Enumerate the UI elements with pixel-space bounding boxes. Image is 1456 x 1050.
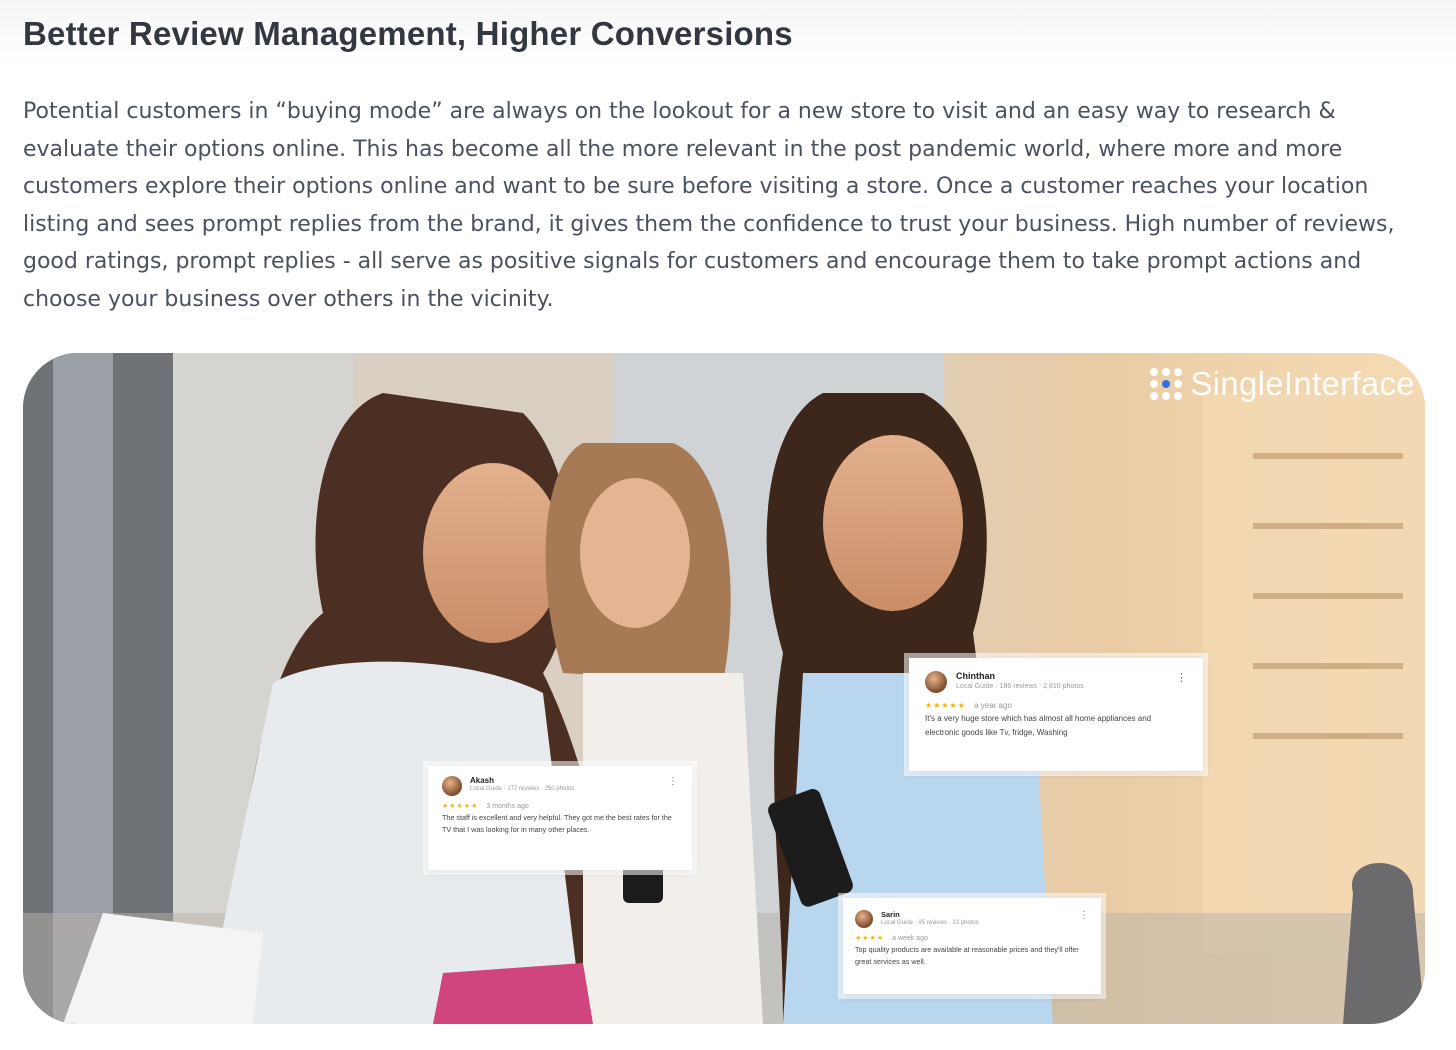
- avatar: [925, 671, 947, 693]
- reviewer-meta: Local Guide · 95 reviews · 13 photos: [881, 920, 979, 926]
- review-text: Top quality products are available at re…: [855, 945, 1079, 966]
- review-card-chinthan: Chinthan Local Guide · 186 reviews · 2,8…: [909, 658, 1203, 771]
- reviewer-meta: Local Guide · 186 reviews · 2,810 photos: [956, 683, 1084, 690]
- review-card-akash: Akash Local Guide · 177 reviews · 250 ph…: [428, 766, 692, 870]
- star-rating: ★★★★★: [442, 803, 479, 810]
- brand-logo: SingleInterface: [1150, 365, 1415, 403]
- reviewer-meta: Local Guide · 177 reviews · 250 photos: [470, 786, 575, 792]
- review-text: It's a very huge store which has almost …: [925, 714, 1152, 737]
- hero-image: SingleInterface Akash Local Guide · 177 …: [23, 353, 1425, 1024]
- avatar: [855, 910, 873, 928]
- review-time: a week ago: [892, 935, 928, 942]
- section-title: Better Review Management, Higher Convers…: [23, 15, 793, 52]
- brand-name: SingleInterface: [1190, 365, 1415, 402]
- brand-dots-icon: [1150, 368, 1183, 400]
- more-options-icon: ⋮: [668, 776, 678, 787]
- reviewer-name: Chinthan: [956, 671, 995, 681]
- section-paragraph: Potential customers in “buying mode” are…: [23, 99, 1395, 312]
- shopping-friends-illustration: [23, 353, 1425, 1024]
- review-card-sarin: Sarin Local Guide · 95 reviews · 13 phot…: [843, 898, 1101, 994]
- reviewer-name: Akash: [470, 776, 495, 785]
- star-rating: ★★★★★: [925, 701, 966, 710]
- star-rating: ★★★★: [855, 935, 885, 942]
- review-text: The staff is excellent and very helpful.…: [442, 813, 672, 834]
- review-time: 3 months ago: [486, 803, 529, 810]
- more-options-icon: ⋮: [1176, 672, 1187, 684]
- review-time: a year ago: [974, 701, 1012, 710]
- reviewer-name: Sarin: [881, 910, 900, 919]
- more-options-icon: ⋮: [1079, 910, 1089, 921]
- avatar: [442, 776, 462, 796]
